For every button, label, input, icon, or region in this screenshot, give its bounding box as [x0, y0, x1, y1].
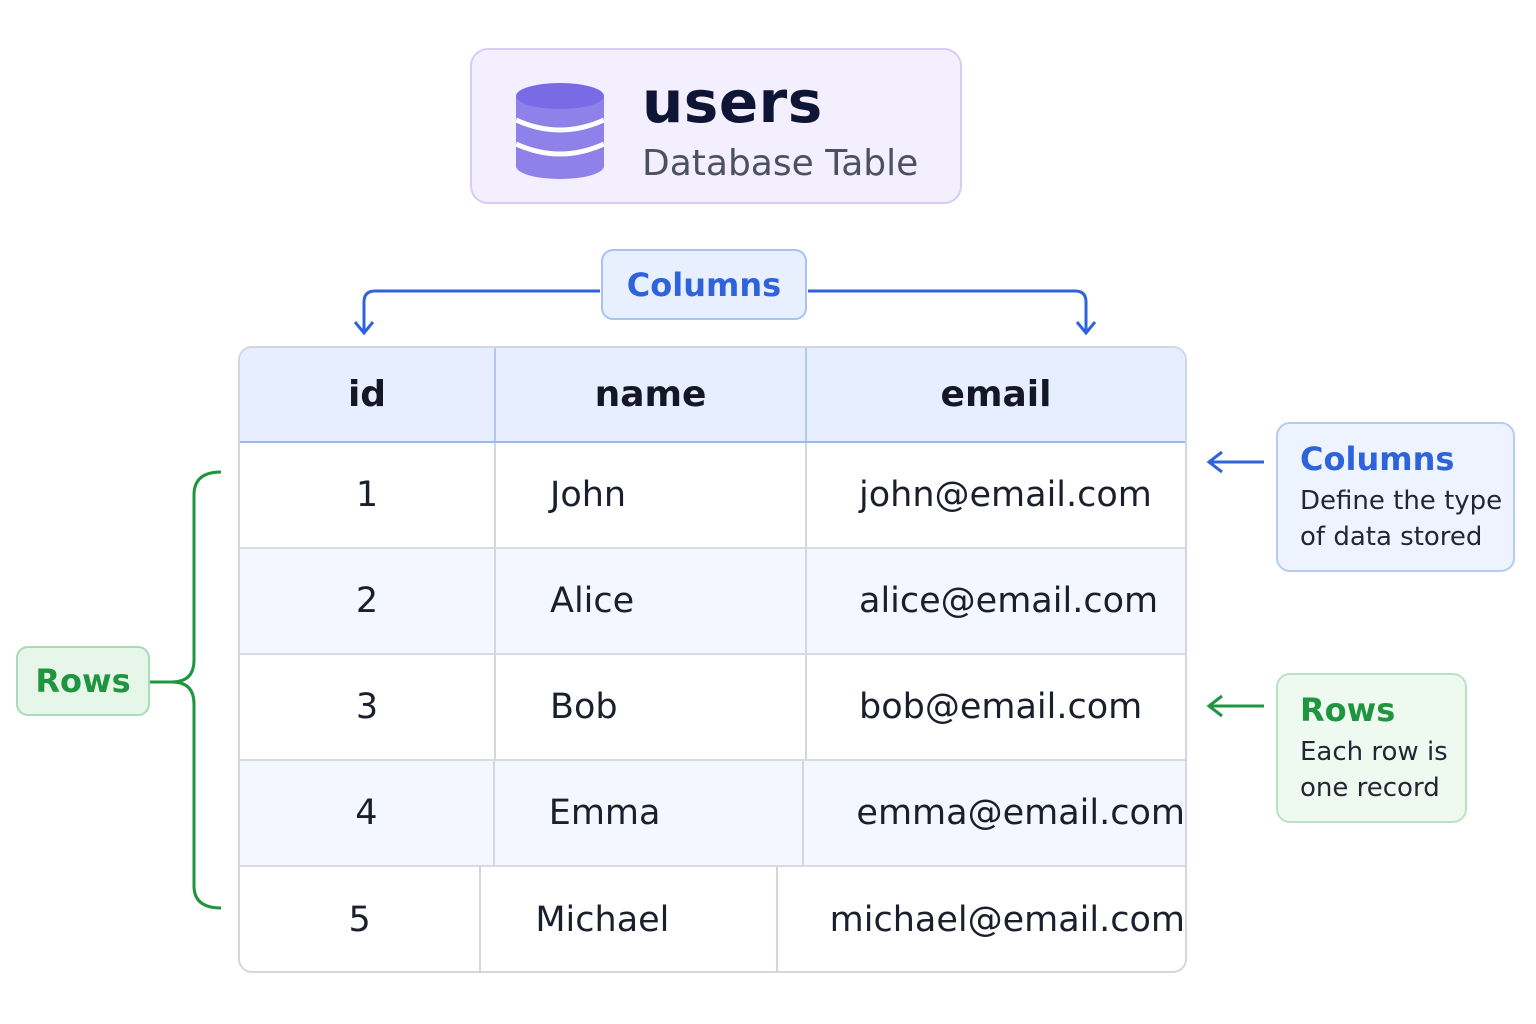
cell-name: Michael — [479, 867, 775, 971]
columns-callout-description: Define the type of data stored — [1300, 484, 1513, 556]
columns-callout: Columns Define the type of data stored — [1276, 422, 1515, 572]
header-cell-id: id — [347, 374, 387, 415]
cell-id: 2 — [355, 581, 379, 621]
cell-email: michael@email.com — [775, 867, 1185, 971]
table-row: 3 Bob bob@email.com — [240, 655, 1185, 761]
columns-callout-title: Columns — [1300, 440, 1455, 478]
table-row: 1 John john@email.com — [240, 443, 1185, 549]
rows-callout-description: Each row is one record — [1300, 735, 1465, 807]
cell-email: emma@email.com — [802, 761, 1185, 865]
cell-id: 5 — [348, 900, 371, 940]
rows-callout-arrow — [1206, 694, 1264, 718]
cell-name: John — [494, 443, 805, 547]
rows-callout-title: Rows — [1300, 691, 1396, 729]
table-row: 5 Michael michael@email.com — [240, 867, 1185, 971]
header-cell-email: email — [805, 348, 1185, 441]
columns-tag: Columns — [601, 249, 807, 320]
cell-name: Emma — [492, 761, 803, 865]
table-header-row: id name email — [240, 348, 1185, 443]
columns-callout-arrow — [1206, 450, 1264, 474]
cell-name: Alice — [494, 549, 805, 653]
rows-callout: Rows Each row is one record — [1276, 673, 1467, 823]
columns-bracket-left — [362, 289, 600, 332]
table-row: 4 Emma emma@email.com — [240, 761, 1185, 867]
header-cell-name: name — [494, 348, 805, 441]
cell-id: 4 — [355, 793, 378, 833]
columns-bracket-right — [808, 289, 1088, 332]
rows-callout-line: Each row is — [1300, 737, 1448, 768]
rows-tag: Rows — [16, 646, 150, 716]
cell-id: 3 — [355, 687, 379, 727]
cell-name: Bob — [494, 655, 805, 759]
columns-callout-line: of data stored — [1300, 522, 1483, 553]
cell-email: john@email.com — [805, 443, 1185, 547]
rows-callout-line: one record — [1300, 773, 1440, 804]
cell-email: bob@email.com — [805, 655, 1185, 759]
table-row: 2 Alice alice@email.com — [240, 549, 1185, 655]
columns-callout-line: Define the type — [1300, 486, 1503, 517]
users-table: id name email 1 John john@email.com 2 Al… — [238, 346, 1187, 973]
cell-email: alice@email.com — [805, 549, 1185, 653]
cell-id: 1 — [355, 475, 379, 515]
rows-brace — [150, 470, 222, 910]
